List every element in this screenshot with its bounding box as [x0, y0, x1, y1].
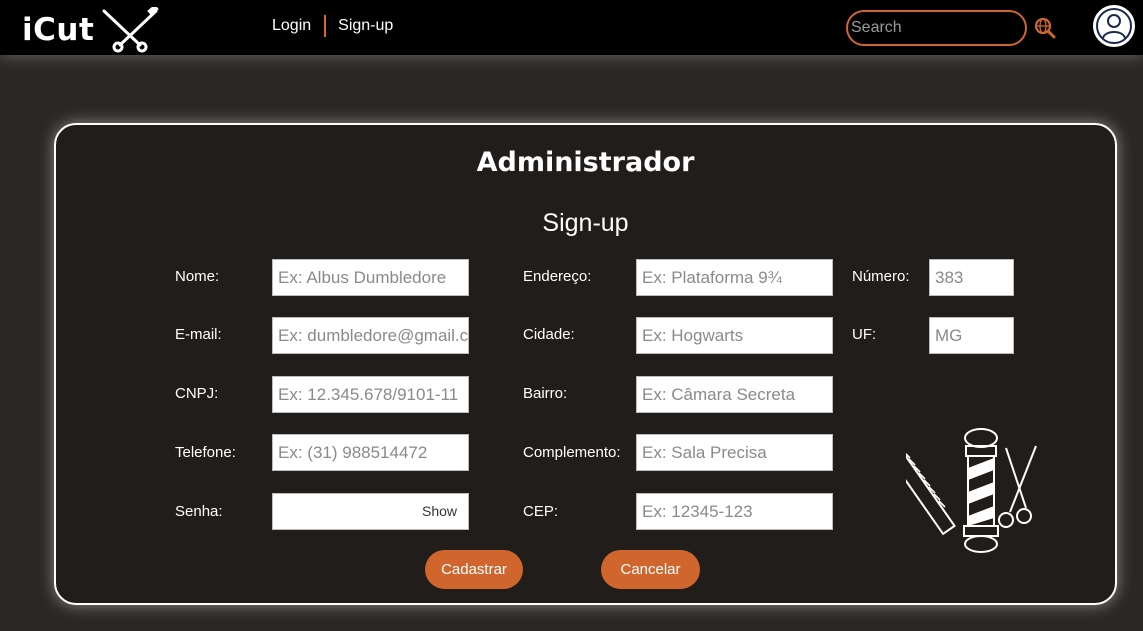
- user-avatar[interactable]: [1093, 5, 1135, 47]
- complemento-field[interactable]: [636, 434, 833, 471]
- complemento-label: Complemento:: [523, 444, 621, 461]
- signup-link[interactable]: Sign-up: [338, 17, 393, 35]
- page-title: Administrador: [476, 147, 695, 178]
- top-nav: Login Sign-up: [272, 15, 393, 37]
- uf-label: UF:: [852, 326, 877, 343]
- numero-field[interactable]: [929, 259, 1014, 296]
- cidade-label: Cidade:: [523, 326, 575, 343]
- telefone-field[interactable]: [272, 434, 469, 471]
- show-password-button[interactable]: Show: [422, 503, 457, 519]
- cidade-field[interactable]: [636, 317, 833, 354]
- senha-label: Senha:: [175, 503, 223, 520]
- scissors-razor-icon: [102, 7, 160, 53]
- cep-label: CEP:: [523, 503, 559, 520]
- top-navbar: iCut Login Sign-up: [0, 0, 1143, 55]
- telefone-label: Telefone:: [175, 444, 236, 461]
- nome-label: Nome:: [175, 268, 220, 285]
- endereco-label: Endereço:: [523, 268, 592, 285]
- cep-field[interactable]: [636, 493, 833, 530]
- uf-field[interactable]: [929, 317, 1014, 354]
- email-label: E-mail:: [175, 326, 222, 343]
- admin-signup-card: Administrador Sign-up Nome: E-mail: CNPJ…: [54, 123, 1117, 605]
- nome-field[interactable]: [272, 259, 469, 296]
- login-link[interactable]: Login: [272, 17, 311, 35]
- nav-divider: [324, 15, 327, 37]
- search-globe-icon[interactable]: [1034, 17, 1056, 39]
- bairro-field[interactable]: [636, 376, 833, 413]
- endereco-field[interactable]: [636, 259, 833, 296]
- cnpj-field[interactable]: [272, 376, 469, 413]
- brand-name: iCut: [22, 12, 95, 48]
- cadastrar-button[interactable]: Cadastrar: [425, 550, 523, 589]
- search-box: [846, 10, 1027, 46]
- user-icon: [1096, 8, 1132, 44]
- cancelar-button[interactable]: Cancelar: [601, 550, 700, 589]
- search-input[interactable]: [848, 12, 1018, 44]
- bairro-label: Bairro:: [523, 385, 568, 402]
- brand-logo[interactable]: iCut: [22, 7, 164, 53]
- numero-label: Número:: [852, 268, 910, 285]
- form-subtitle: Sign-up: [542, 209, 629, 237]
- cnpj-label: CNPJ:: [175, 385, 219, 402]
- barber-pole-comb-scissors-icon: [906, 428, 1037, 553]
- email-field[interactable]: [272, 317, 469, 354]
